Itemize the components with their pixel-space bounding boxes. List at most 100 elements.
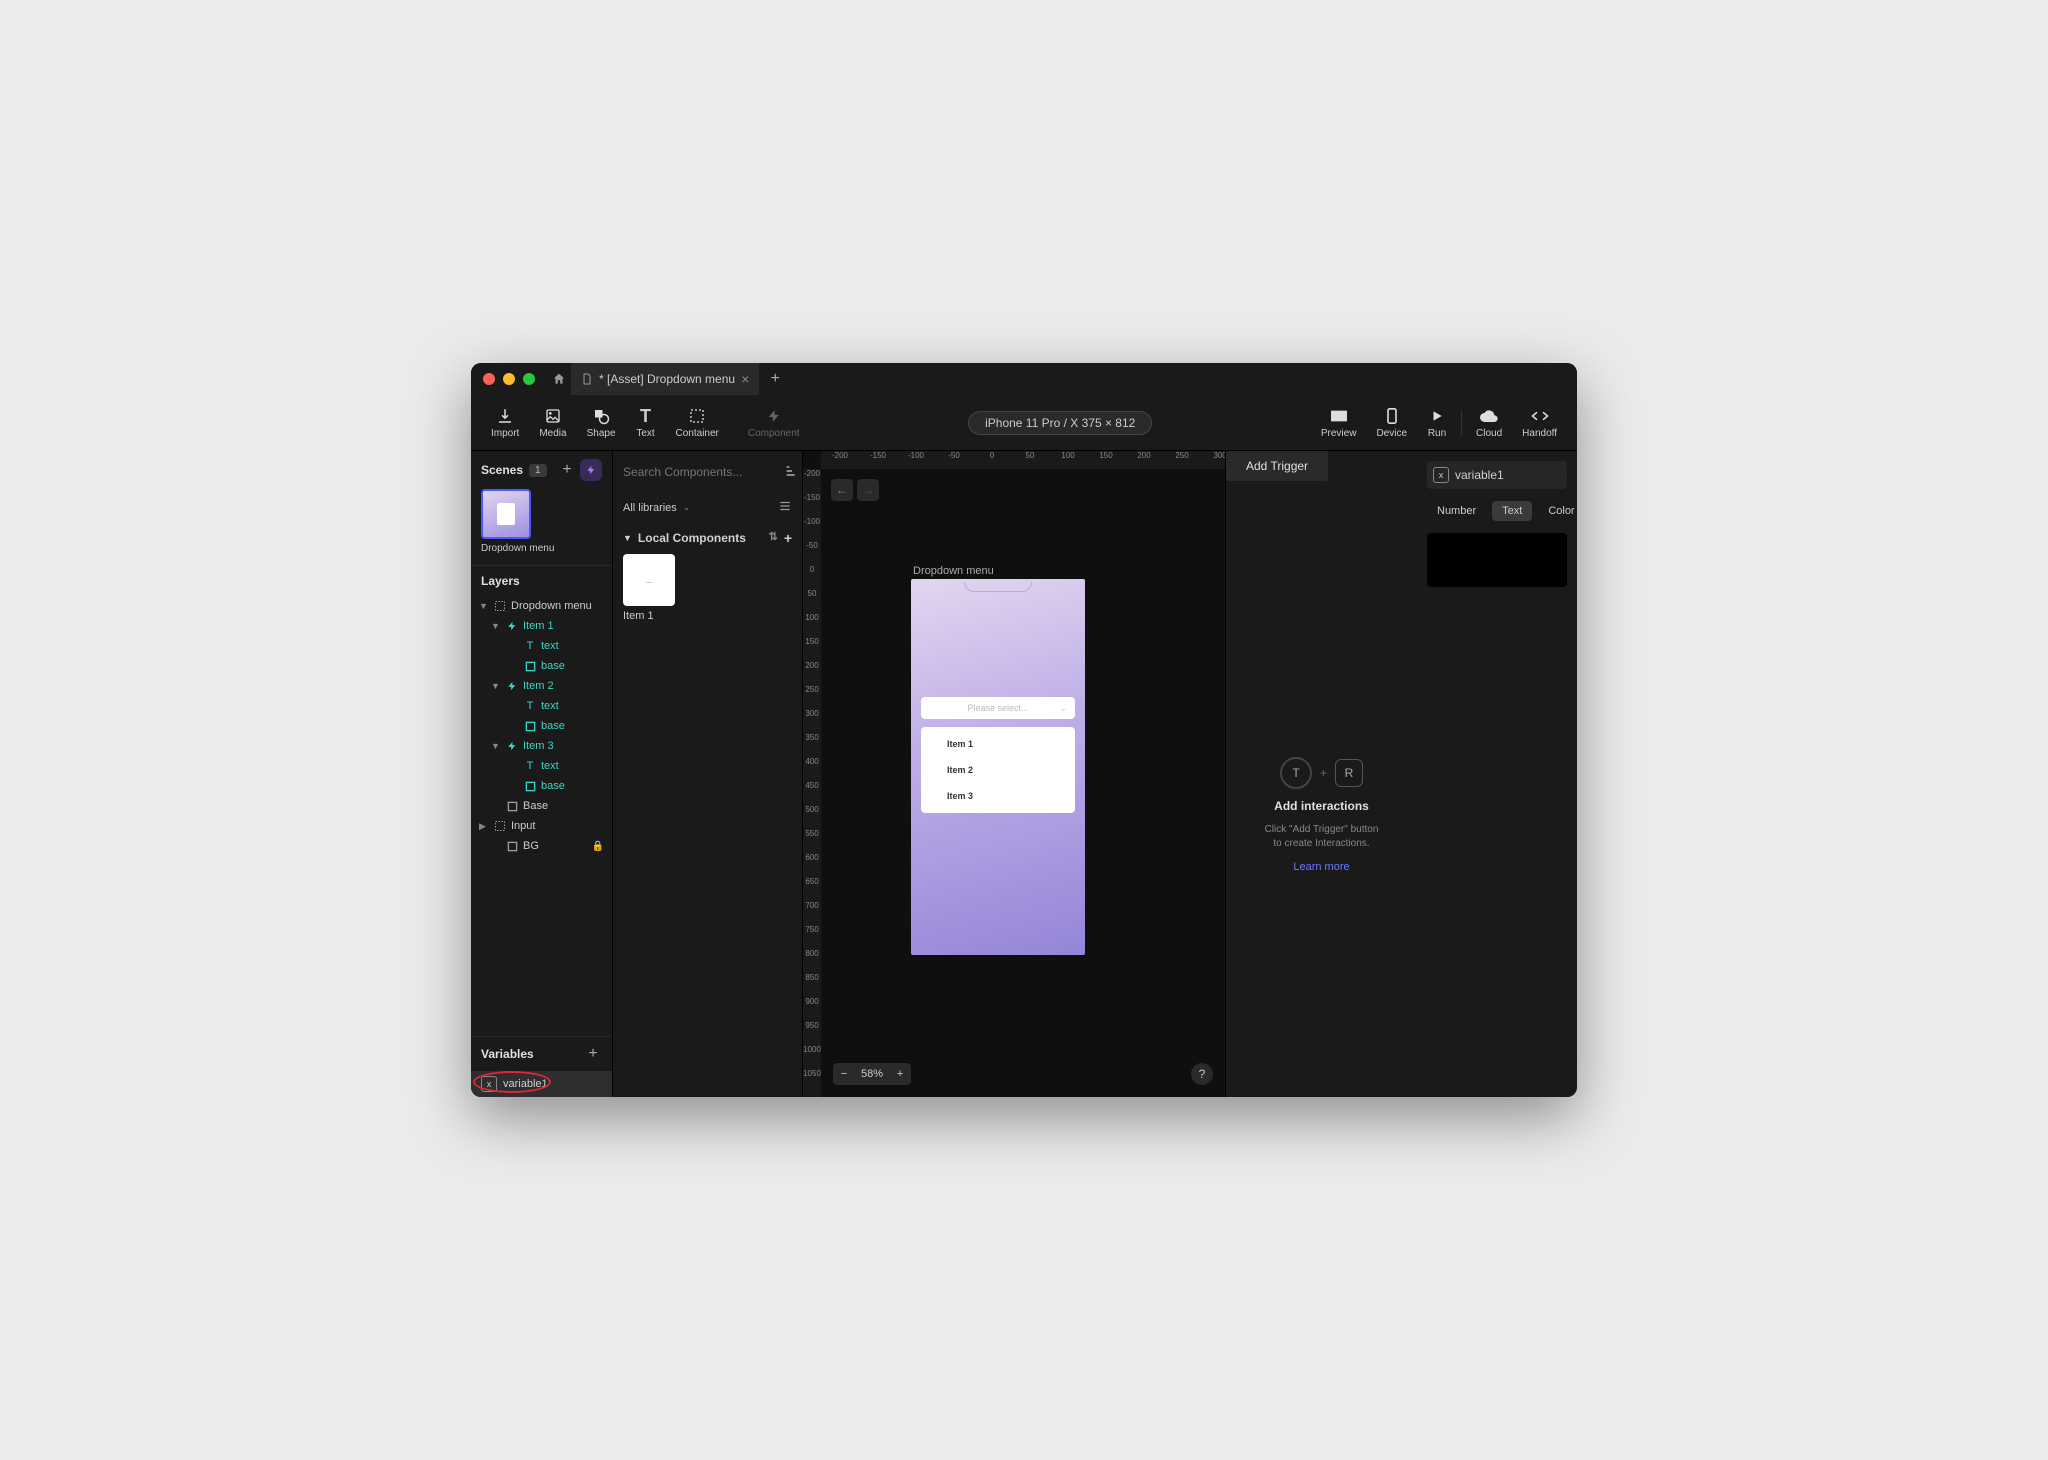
bolt-icon [505,679,519,693]
file-tab[interactable]: * [Asset] Dropdown menu × [571,363,759,395]
tab-title: * [Asset] Dropdown menu [599,372,735,386]
component-tool[interactable]: Component [738,402,810,443]
layer-row-bg[interactable]: BG🔒 [471,836,612,856]
zoom-in-button[interactable]: + [889,1063,911,1085]
close-window-button[interactable] [483,373,495,385]
dropdown-item-2[interactable]: Item 2 [921,757,1075,783]
ruler-horizontal: -200-150-100-500501001502002503003504004… [821,451,1225,469]
app-window: * [Asset] Dropdown menu × + Import Media… [471,363,1577,1097]
add-component-button[interactable]: + [784,530,792,546]
text-layer-icon: T [523,759,537,773]
layer-row-base1[interactable]: base [471,656,612,676]
layer-row-item1[interactable]: ▼Item 1 [471,616,612,636]
phone-notch [964,582,1032,592]
interactions-panel: Add Trigger T + R Add interactions Click… [1225,451,1417,1097]
layer-row-base3[interactable]: base [471,776,612,796]
canvas[interactable]: -200-150-100-500501001502002503003504004… [803,451,1225,1097]
text-icon: T [636,406,656,426]
file-icon [581,373,593,385]
minimize-window-button[interactable] [503,373,515,385]
import-tool[interactable]: Import [481,402,529,443]
add-variable-button[interactable]: + [584,1045,602,1063]
add-scene-button[interactable]: + [558,461,576,479]
shape-icon [591,406,611,426]
cloud-icon [1479,406,1499,426]
zoom-out-button[interactable]: − [833,1063,855,1085]
device-icon [1382,406,1402,426]
layer-row-text3[interactable]: Ttext [471,756,612,776]
variables-panel: Variables + x variable1 [471,1036,612,1097]
dropdown-item-3[interactable]: Item 3 [921,783,1075,809]
dropdown-list: Item 1 Item 2 Item 3 [921,727,1075,813]
layer-row-base-cap[interactable]: Base [471,796,612,816]
layer-row-input[interactable]: ▶Input [471,816,612,836]
maximize-window-button[interactable] [523,373,535,385]
device-button[interactable]: Device [1366,402,1417,443]
artboard-label[interactable]: Dropdown menu [913,565,994,577]
container-tool[interactable]: Container [666,402,729,443]
layer-row-text2[interactable]: Ttext [471,696,612,716]
text-tool[interactable]: T Text [626,402,666,443]
home-button[interactable] [547,372,571,386]
frame-icon [493,599,507,613]
import-icon [495,406,515,426]
add-trigger-button[interactable]: Add Trigger [1226,451,1328,481]
shape-tool[interactable]: Shape [577,402,626,443]
variable-icon: x [481,1076,497,1092]
type-tab-number[interactable]: Number [1427,501,1486,521]
filter-icon[interactable] [784,463,800,482]
bolt-icon [505,619,519,633]
media-tool[interactable]: Media [529,402,576,443]
layer-row-item2[interactable]: ▼Item 2 [471,676,612,696]
library-selector[interactable]: All libraries ⌄ [623,493,792,522]
left-panel: Scenes 1 + Dropdown menu Layers ▼Dropdow… [471,451,613,1097]
inspector-title: x variable1 [1427,461,1567,489]
help-button[interactable]: ? [1191,1063,1213,1085]
layer-row-base2[interactable]: base [471,716,612,736]
variable-row-variable1[interactable]: x variable1 [471,1071,612,1097]
bolt-icon [764,406,784,426]
variable-value-input[interactable] [1427,533,1567,587]
shape-layer-icon [523,659,537,673]
chevron-down-icon: ⌄ [683,502,691,513]
scene-thumbnail[interactable] [481,489,531,539]
run-button[interactable]: Run [1417,402,1457,443]
scenes-header: Scenes 1 + [471,451,612,489]
component-item-1[interactable]: ... Item 1 [623,554,792,622]
dropdown-select[interactable]: Please select... [921,697,1075,719]
inspector-panel: x variable1 Number Text Color [1417,451,1577,1097]
nav-back-button[interactable]: ← [831,479,853,501]
local-components-header[interactable]: ▼ Local Components ⇅ + [623,522,792,554]
code-icon [1530,406,1550,426]
type-tab-text[interactable]: Text [1492,501,1532,521]
title-bar: * [Asset] Dropdown menu × + [471,363,1577,395]
tab-close-button[interactable]: × [741,371,749,387]
handoff-button[interactable]: Handoff [1512,402,1567,443]
search-components-input[interactable] [623,461,778,483]
device-selector[interactable]: iPhone 11 Pro / X 375 × 812 [968,411,1152,435]
phone-artboard[interactable]: Please select... Item 1 Item 2 Item 3 [911,579,1085,955]
nav-forward-button[interactable]: → [857,479,879,501]
shape-layer-icon [505,799,519,813]
media-icon [543,406,563,426]
cloud-button[interactable]: Cloud [1466,402,1512,443]
layer-row-root[interactable]: ▼Dropdown menu [471,596,612,616]
layer-row-item3[interactable]: ▼Item 3 [471,736,612,756]
dropdown-item-1[interactable]: Item 1 [921,731,1075,757]
main-area: Scenes 1 + Dropdown menu Layers ▼Dropdow… [471,451,1577,1097]
lock-icon: 🔒 [592,841,604,852]
zoom-value[interactable]: 58% [855,1068,889,1080]
traffic-lights [471,373,547,385]
sort-icon[interactable]: ⇅ [769,530,778,546]
components-panel: All libraries ⌄ ▼ Local Components ⇅ + .… [613,451,803,1097]
layers-panel: Layers ▼Dropdown menu ▼Item 1 Ttext base… [471,565,612,1036]
variable-icon: x [1433,467,1449,483]
type-tab-color[interactable]: Color [1538,501,1577,521]
layer-row-text1[interactable]: Ttext [471,636,612,656]
interactions-bolt-button[interactable] [580,459,602,481]
learn-more-link[interactable]: Learn more [1293,861,1349,873]
new-tab-button[interactable]: + [759,370,791,388]
list-view-icon[interactable] [778,499,792,516]
preview-button[interactable]: Preview [1311,402,1367,443]
shape-layer-icon [523,779,537,793]
